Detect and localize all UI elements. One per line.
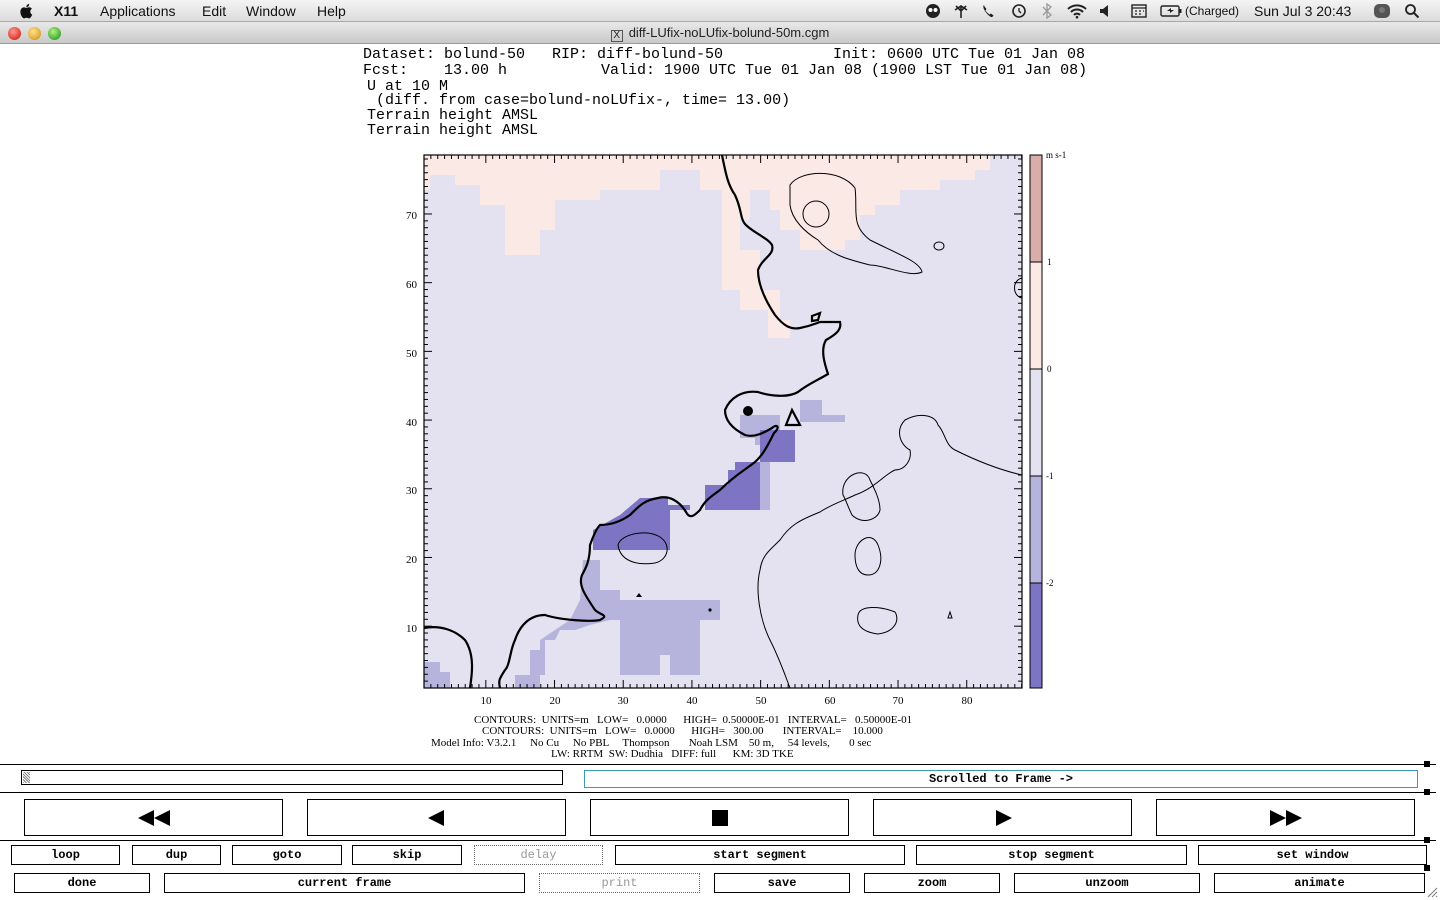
step-back-icon xyxy=(427,809,444,826)
step-back-button[interactable] xyxy=(307,799,566,836)
x-tick-label: 70 xyxy=(893,695,905,707)
x-tick-label: 20 xyxy=(550,695,562,707)
fast-forward-icon xyxy=(1269,809,1302,826)
animate-button[interactable]: animate xyxy=(1214,873,1425,893)
dup-button[interactable]: dup xyxy=(132,845,221,865)
pane-handle[interactable] xyxy=(1424,789,1430,795)
x-tick-label: 60 xyxy=(825,695,837,707)
frame-scrollbar[interactable] xyxy=(21,770,563,785)
y-axis-labels: 70 60 50 40 30 20 10 xyxy=(406,210,418,635)
x-tick-label: 10 xyxy=(481,695,493,707)
colorbar-label: 0 xyxy=(1047,364,1052,374)
colorbar-label: -1 xyxy=(1046,471,1054,481)
stop-segment-button[interactable]: stop segment xyxy=(916,845,1187,865)
zoom-button[interactable]: zoom xyxy=(864,873,1000,893)
scrolled-to-frame-label: Scrolled to Frame -> xyxy=(584,770,1418,788)
plot-canvas: 10 20 30 40 50 60 70 80 70 60 50 40 30 2… xyxy=(406,150,1066,707)
save-button[interactable]: save xyxy=(714,873,850,893)
stop-icon xyxy=(711,809,728,826)
site-marker xyxy=(743,406,753,416)
colorbar-unit: m s-1 xyxy=(1046,150,1066,160)
y-tick-label: 70 xyxy=(406,210,418,222)
pane-handle[interactable] xyxy=(1424,761,1430,767)
y-tick-label: 20 xyxy=(406,554,418,566)
x-tick-label: 40 xyxy=(687,695,699,707)
goto-button[interactable]: goto xyxy=(232,845,342,865)
divider xyxy=(0,840,1436,841)
start-segment-button[interactable]: start segment xyxy=(615,845,905,865)
done-button[interactable]: done xyxy=(14,873,150,893)
pane-handle[interactable] xyxy=(1424,837,1430,843)
x-axis-labels: 10 20 30 40 50 60 70 80 xyxy=(481,695,974,707)
x-tick-label: 50 xyxy=(756,695,768,707)
y-tick-label: 10 xyxy=(406,623,418,635)
y-tick-label: 50 xyxy=(406,348,418,360)
y-tick-label: 60 xyxy=(406,279,418,291)
current-frame-button[interactable]: current frame xyxy=(164,873,525,893)
x-tick-label: 80 xyxy=(962,695,974,707)
set-window-button[interactable]: set window xyxy=(1198,845,1427,865)
fast-forward-button[interactable] xyxy=(1156,799,1415,836)
footer-physics: LW: RRTM SW: Dudhia DIFF: full KM: 3D TK… xyxy=(551,748,794,760)
skip-button[interactable]: skip xyxy=(352,845,462,865)
loop-button[interactable]: loop xyxy=(11,845,120,865)
divider xyxy=(0,792,1436,793)
colorbar-label: -2 xyxy=(1046,578,1054,588)
delay-button[interactable]: delay xyxy=(474,845,603,865)
rewind-button[interactable] xyxy=(24,799,283,836)
resize-grip-icon[interactable] xyxy=(1426,886,1438,898)
stop-button[interactable] xyxy=(590,799,849,836)
pane-handle[interactable] xyxy=(1424,865,1430,871)
play-icon xyxy=(995,809,1012,826)
divider xyxy=(0,764,1436,765)
colorbar-label: 1 xyxy=(1047,257,1052,267)
footer-contours-2: CONTOURS: UNITS=m LOW= 0.0000 HIGH= 300.… xyxy=(482,725,883,737)
print-button[interactable]: print xyxy=(539,873,700,893)
y-tick-label: 30 xyxy=(406,485,418,497)
play-button[interactable] xyxy=(873,799,1132,836)
x-tick-label: 30 xyxy=(618,695,630,707)
unzoom-button[interactable]: unzoom xyxy=(1014,873,1200,893)
rewind-icon xyxy=(137,809,170,826)
colorbar: m s-1 1 0 -1 -2 xyxy=(1029,150,1066,689)
y-tick-label: 40 xyxy=(406,417,418,429)
scrollbar-thumb[interactable] xyxy=(23,772,30,783)
